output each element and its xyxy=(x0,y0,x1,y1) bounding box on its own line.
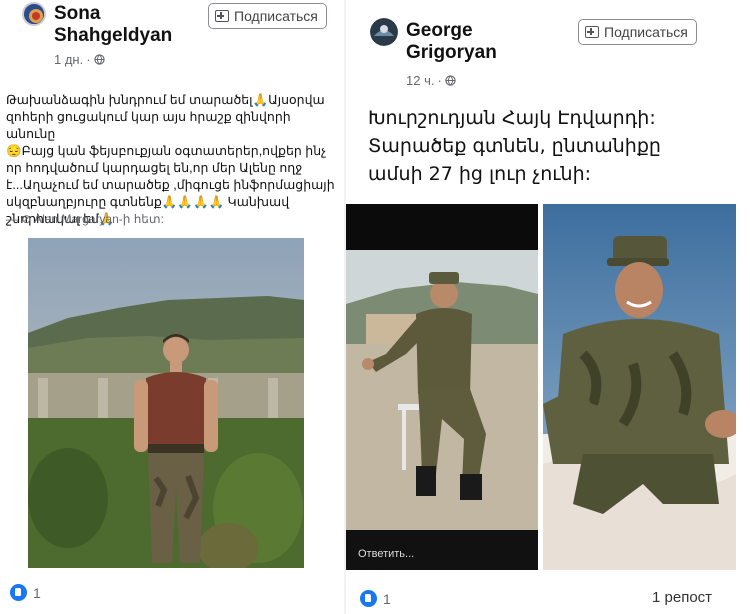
meta-separator: · xyxy=(86,52,91,67)
plus-icon xyxy=(585,26,599,38)
like-icon xyxy=(10,584,27,601)
author-name[interactable]: Sona Shahgeldyan xyxy=(54,3,172,47)
post-text-line: Թախանձագին խնդրում եմ տարածել🙏Այսօրվա xyxy=(6,93,325,107)
globe-icon xyxy=(445,75,456,86)
post-text-line: ամսի 27 ից լուր չունի: xyxy=(368,163,592,185)
author-name-line2[interactable]: Grigoryan xyxy=(406,42,497,64)
post-text-line: 😔Բայց կան ֆեյսբուքյան օգտատերեր,ովքեր ին… xyxy=(6,144,327,158)
reactions-bar[interactable]: 1 xyxy=(10,584,41,601)
reactions-count[interactable]: 1 xyxy=(383,591,391,607)
post-photo-1[interactable]: Ответить... xyxy=(346,204,538,570)
post-meta: 12 ч. · xyxy=(406,73,456,88)
author-avatar[interactable] xyxy=(22,2,46,26)
soldier-photo-snow xyxy=(543,204,736,570)
post-text: Խուրշուդյան Հայկ Էդվարդի: Տարածեք գտնեն,… xyxy=(368,104,748,188)
subscribe-button[interactable]: Подписаться xyxy=(578,19,697,45)
post-photo-2[interactable] xyxy=(543,204,736,570)
post-text-line: որ հոդվածում կարդացել են,որ մեր Ալենը ող… xyxy=(6,161,303,175)
reply-hint[interactable]: Ответить... xyxy=(358,548,414,560)
post-time[interactable]: 12 ч. xyxy=(406,73,434,88)
subscribe-label: Подписаться xyxy=(604,24,688,40)
post-right: George Grigoryan 12 ч. · Подписаться Խու… xyxy=(346,0,750,614)
soldier-photo-sitting xyxy=(346,204,538,570)
reactions-count[interactable]: 1 xyxy=(33,585,41,601)
post-time[interactable]: 1 дн. xyxy=(54,52,83,67)
meta-separator: · xyxy=(437,73,442,88)
post-photo[interactable] xyxy=(28,238,304,568)
author-name-line1[interactable]: Sona xyxy=(54,3,172,25)
like-icon xyxy=(360,590,377,607)
post-text: Թախանձագին խնդրում եմ տարածել🙏Այսօրվա զո… xyxy=(6,92,342,228)
post-text-line: Խուրշուդյան Հայկ Էդվարդի: xyxy=(368,107,656,129)
subscribe-button[interactable]: Подписаться xyxy=(208,3,327,29)
avatar-image xyxy=(370,18,398,46)
avatar-image xyxy=(24,4,44,24)
post-text-line: սկզբնաղբյուրը գտնենք🙏🙏🙏🙏 Կանխավ xyxy=(6,195,290,209)
soldier-photo xyxy=(28,238,304,568)
post-text-line: Տարածեք գտնեն, ընտանիքը xyxy=(368,135,661,157)
repost-count[interactable]: 1 репост xyxy=(652,589,712,606)
author-name[interactable]: George Grigoryan xyxy=(406,20,497,64)
post-left: Sona Shahgeldyan 1 дн. · Подписаться Թախ… xyxy=(0,0,344,614)
author-avatar[interactable] xyxy=(370,18,398,46)
post-text-line: զոհերի ցուցակում կար այս հրաշք զինվորի ա… xyxy=(6,110,291,141)
subscribe-label: Подписаться xyxy=(234,8,318,24)
post-meta: 1 дн. · xyxy=(54,52,105,67)
author-name-line1[interactable]: George xyxy=(406,20,497,42)
reactions-bar[interactable]: 1 xyxy=(360,590,391,607)
globe-icon xyxy=(93,54,105,65)
plus-icon xyxy=(215,10,229,22)
author-name-line2[interactable]: Shahgeldyan xyxy=(54,25,172,47)
tagged-with[interactable]: — ⊘ Alen Margaryan-ի հետ: xyxy=(6,212,164,226)
post-text-line: է...Աղաչում եմ տարածեք ,միգուցե ինֆորմաց… xyxy=(6,178,335,192)
